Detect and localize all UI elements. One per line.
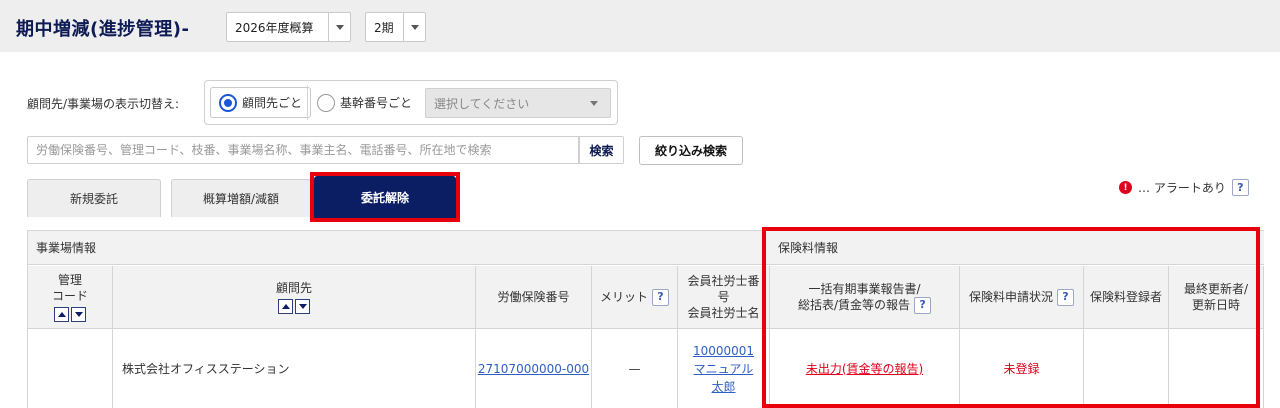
divider	[307, 85, 308, 120]
search-input[interactable]	[27, 136, 579, 164]
radio-base-number-label: 基幹番号ごと	[340, 96, 413, 110]
help-icon[interactable]: ?	[1231, 179, 1249, 196]
sharoushi-name-link-2[interactable]: 太郎	[711, 378, 735, 396]
chevron-down-icon[interactable]	[328, 13, 350, 41]
col-merit-label: メリット	[599, 290, 648, 304]
sort-descending-icon[interactable]	[71, 307, 86, 322]
radio-unselected-icon[interactable]	[317, 93, 335, 112]
cell-merit: —	[592, 329, 678, 408]
refine-search-button[interactable]: 絞り込み検索	[639, 136, 743, 165]
alert-legend-text: … アラートあり	[1138, 181, 1226, 195]
cell-client: 株式会社オフィスステーション	[113, 329, 476, 408]
radio-selected-icon[interactable]	[219, 93, 237, 112]
display-switch-group: 顧問先ごと 基幹番号ごと 選択してください	[204, 80, 618, 125]
cell-sharoushi: 10000001 マニュアル 太郎	[678, 329, 770, 408]
top-bar: 期中増減(進捗管理)- 2026年度概算 2期	[0, 0, 1280, 52]
sharoushi-name-link[interactable]: マニュアル	[694, 360, 754, 378]
cell-insurance-number: 27107000000-000	[476, 329, 592, 408]
page-title: 期中増減(進捗管理)-	[16, 19, 190, 40]
fiscal-year-select[interactable]: 2026年度概算	[226, 12, 351, 42]
sort-descending-icon[interactable]	[295, 299, 310, 314]
col-sharoushi-line2: 号	[717, 290, 730, 304]
col-member-sharoushi: 会員社労士番 号 会員社労士名	[678, 266, 770, 329]
alert-icon: !	[1119, 181, 1132, 194]
search-button[interactable]: 検索	[579, 136, 624, 164]
radio-base-number[interactable]: 基幹番号ごと	[309, 87, 420, 118]
tab-highlight-frame	[310, 172, 460, 222]
chevron-down-icon[interactable]	[403, 13, 425, 41]
col-client-label: 顧問先	[275, 281, 312, 295]
fiscal-year-value: 2026年度概算	[235, 20, 314, 35]
sort-ascending-icon[interactable]	[54, 307, 69, 322]
sort-controls	[277, 299, 311, 314]
period-value: 2期	[374, 20, 394, 35]
section-office-info: 事業場情報	[28, 230, 770, 265]
tab-estimate-change[interactable]: 概算増額/減額	[171, 179, 311, 217]
col-code-line1: 管理	[57, 273, 82, 287]
col-sharoushi-line3: 会員社労士名	[687, 306, 760, 320]
base-number-select[interactable]: 選択してください	[425, 88, 611, 118]
col-insurance-number: 労働保険番号	[476, 266, 592, 329]
help-icon[interactable]: ?	[652, 288, 669, 306]
col-management-code: 管理 コード	[28, 266, 113, 329]
sort-controls	[53, 307, 87, 322]
premium-section-highlight-frame	[762, 227, 1260, 408]
period-select[interactable]: 2期	[365, 12, 426, 42]
col-sharoushi-line1: 会員社労士番	[687, 274, 760, 288]
sharoushi-number-link[interactable]: 10000001	[693, 342, 754, 360]
col-merit: メリット ?	[592, 266, 678, 329]
radio-client[interactable]: 顧問先ごと	[210, 87, 312, 118]
chevron-down-icon	[590, 100, 598, 106]
col-code-line2: コード	[51, 289, 88, 303]
select-placeholder: 選択してください	[434, 96, 530, 111]
col-client: 顧問先	[113, 266, 476, 329]
client-name: 株式会社オフィスステーション	[122, 361, 290, 376]
col-insurance-number-label: 労働保険番号	[497, 290, 570, 304]
cell-code	[28, 329, 113, 408]
sort-ascending-icon[interactable]	[278, 299, 293, 314]
display-switch-label: 顧問先/事業場の表示切替え:	[27, 97, 180, 111]
tab-new-consignment[interactable]: 新規委託	[27, 179, 161, 217]
alert-legend: ! … アラートあり ?	[1119, 179, 1249, 196]
radio-client-label: 顧問先ごと	[242, 96, 303, 110]
insurance-number-link[interactable]: 27107000000-000	[478, 360, 589, 378]
